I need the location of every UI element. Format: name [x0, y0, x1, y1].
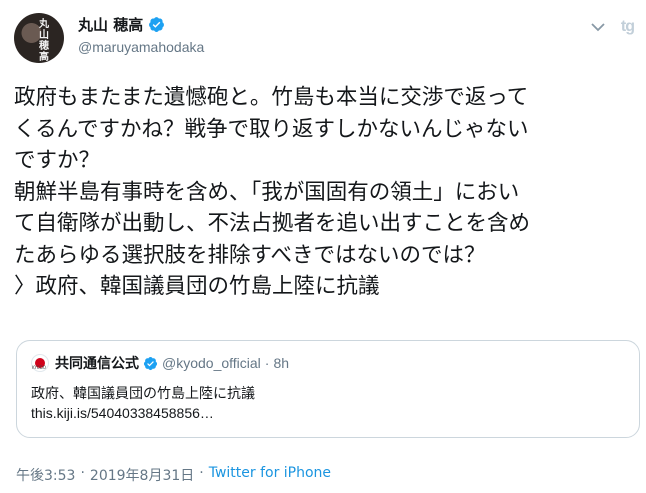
- quoted-tweet-card[interactable]: KYODO 共同通信公式 @kyodo_official · 8h 政府、韓国議…: [16, 340, 640, 438]
- tweet-date[interactable]: 2019年8月31日: [90, 465, 194, 485]
- name-row: 丸山 穂高: [78, 14, 165, 35]
- kyodo-logo-text: KYODO: [32, 365, 47, 370]
- chevron-down-icon[interactable]: [590, 20, 606, 34]
- quoted-handle[interactable]: @kyodo_official: [162, 355, 261, 371]
- tweet-line: ですか？: [14, 148, 101, 173]
- tweet-text: 政府もまたまた遺憾砲と。竹島も本当に交渉で返って くるんですかね？戦争で取り返す…: [14, 82, 634, 303]
- tweet-footer: 午後3:53 · 2019年8月31日 · Twitter for iPhone: [16, 465, 331, 485]
- tweet-source-link[interactable]: Twitter for iPhone: [209, 465, 331, 485]
- tweet-line: 〉政府、韓国議員団の竹島上陸に抗議: [14, 274, 380, 299]
- quoted-tweet-header: KYODO 共同通信公式 @kyodo_official · 8h: [31, 353, 289, 373]
- tweet-line: 政府もまたまた遺憾砲と。竹島も本当に交渉で返って: [14, 85, 529, 110]
- quoted-link[interactable]: this.kiji.is/54040338458856…: [31, 405, 214, 421]
- avatar[interactable]: 丸山穂高: [14, 13, 64, 63]
- separator: ·: [199, 465, 204, 481]
- separator: ·: [80, 465, 85, 481]
- quoted-text: 政府、韓国議員団の竹島上陸に抗議: [31, 386, 255, 402]
- tweet-header: 丸山穂高 丸山 穂高 @maruyamahodaka tg: [14, 12, 635, 68]
- verified-badge-icon: [143, 356, 158, 370]
- verified-badge-icon: [149, 17, 165, 32]
- tweet-time[interactable]: 午後3:53: [16, 465, 75, 485]
- quoted-display-name[interactable]: 共同通信公式: [55, 353, 139, 373]
- author-display-name[interactable]: 丸山 穂高: [78, 14, 143, 35]
- tweet-line: て自衛隊が出動し、不法占拠者を追い出すことを含め: [14, 211, 531, 236]
- tg-logo: tg: [620, 18, 635, 35]
- tweet-line: くるんですかね？戦争で取り返すしかないんじゃない: [14, 116, 529, 142]
- quoted-avatar[interactable]: KYODO: [31, 354, 49, 372]
- separator: ·: [264, 355, 270, 371]
- avatar-text: 丸山穂高: [39, 19, 49, 63]
- tweet-line: たあらゆる選択肢を排除すべきではないのでは？: [14, 242, 486, 268]
- author-handle[interactable]: @maruyamahodaka: [78, 39, 204, 55]
- quoted-time[interactable]: 8h: [273, 355, 289, 371]
- tweet-line: 朝鮮半島有事時を含め、「我が国固有の領土」におい: [14, 179, 520, 205]
